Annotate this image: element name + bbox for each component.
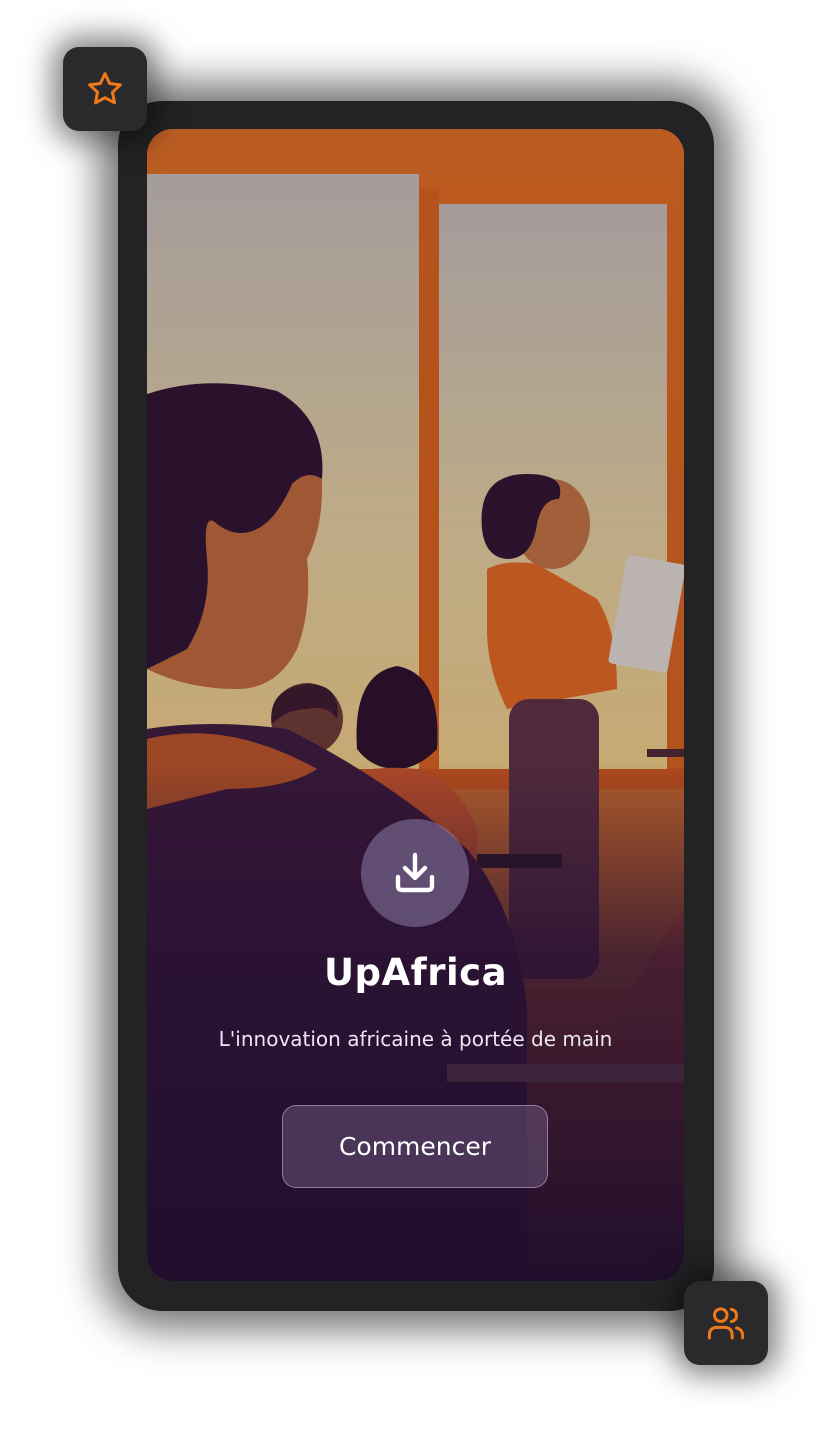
favorite-badge[interactable] [63, 47, 147, 131]
app-tagline: L'innovation africaine à portée de main [218, 1027, 613, 1051]
users-icon [707, 1307, 745, 1340]
start-button[interactable]: Commencer [282, 1105, 548, 1188]
star-icon [88, 72, 122, 105]
app-title: UpAfrica [323, 951, 508, 994]
download-badge [361, 819, 469, 927]
community-badge[interactable] [684, 1281, 768, 1365]
app-screen: UpAfrica L'innovation africaine à portée… [147, 129, 684, 1281]
mockup-stage: UpAfrica L'innovation africaine à portée… [0, 0, 828, 1441]
download-icon [395, 852, 435, 893]
